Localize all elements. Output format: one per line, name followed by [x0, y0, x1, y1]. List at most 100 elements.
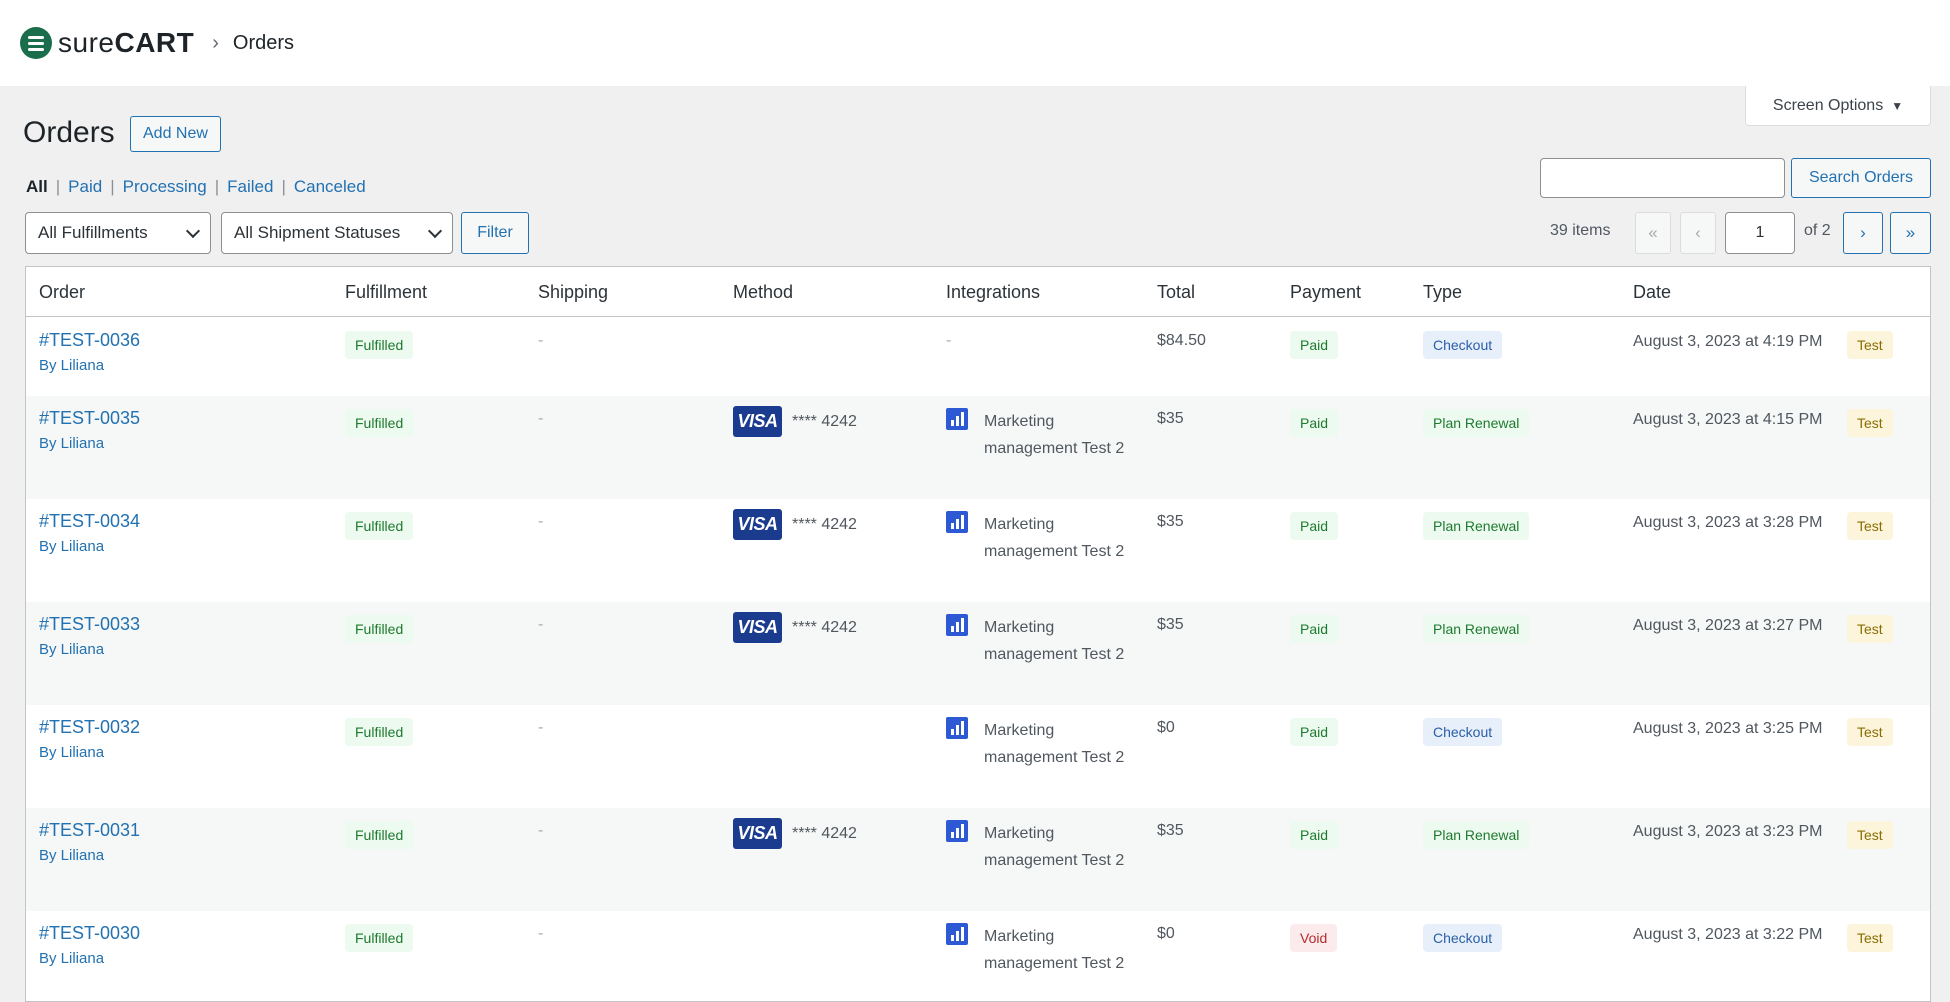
last-page-button[interactable]: »	[1890, 212, 1931, 254]
view-link-processing[interactable]: Processing	[123, 177, 207, 197]
order-total: $0	[1157, 719, 1175, 736]
order-number-link[interactable]: #TEST-0032	[39, 717, 140, 738]
table-row: #TEST-0033 By Liliana Fulfilled - VISA **** 4…	[26, 602, 1930, 705]
order-number-link[interactable]: #TEST-0030	[39, 923, 140, 944]
shipment-filter-select[interactable]: All Shipment Statuses	[221, 212, 453, 254]
test-mode-badge: Test	[1847, 409, 1893, 437]
column-header-total[interactable]: Total	[1157, 282, 1195, 303]
order-customer-link[interactable]: By Liliana	[39, 744, 140, 761]
bar-chart-icon	[946, 717, 968, 739]
search-orders-button[interactable]: Search Orders	[1791, 158, 1931, 198]
table-row: #TEST-0032 By Liliana Fulfilled - Marketing …	[26, 705, 1930, 808]
integration-link[interactable]: Marketing management Test 2	[984, 408, 1134, 462]
prev-page-button[interactable]: ‹	[1680, 212, 1716, 254]
bar-chart-icon	[946, 820, 968, 842]
column-header-payment[interactable]: Payment	[1290, 282, 1361, 303]
column-header-shipping[interactable]: Shipping	[538, 282, 608, 303]
integration-cell: Marketing management Test 2	[946, 614, 1146, 699]
shipping-value: -	[538, 925, 544, 942]
payment-status-badge: Paid	[1290, 409, 1339, 437]
breadcrumb-separator: ›	[212, 31, 219, 54]
order-cell: #TEST-0035 By Liliana	[39, 408, 140, 452]
column-header-fulfillment[interactable]: Fulfillment	[345, 282, 427, 303]
integration-link[interactable]: Marketing management Test 2	[984, 614, 1134, 668]
page-title: Orders	[23, 116, 115, 149]
order-customer-link[interactable]: By Liliana	[39, 641, 140, 658]
order-number-link[interactable]: #TEST-0034	[39, 511, 140, 532]
column-header-date[interactable]: Date	[1633, 282, 1671, 303]
payment-status-badge: Paid	[1290, 331, 1339, 359]
order-total: $84.50	[1157, 332, 1206, 349]
order-total: $35	[1157, 616, 1184, 633]
search-input[interactable]	[1540, 158, 1785, 198]
shipping-value: -	[538, 513, 544, 530]
column-header-integrations[interactable]: Integrations	[946, 282, 1040, 303]
filter-button[interactable]: Filter	[461, 212, 529, 254]
shipping-value: -	[538, 719, 544, 736]
bar-chart-icon	[946, 923, 968, 945]
surecart-logo-icon[interactable]	[20, 27, 52, 59]
bar-chart-icon	[946, 511, 968, 533]
view-link-failed[interactable]: Failed	[227, 177, 273, 197]
order-total: $0	[1157, 925, 1175, 942]
order-number-link[interactable]: #TEST-0033	[39, 614, 140, 635]
table-row: #TEST-0034 By Liliana Fulfilled - VISA **** 4…	[26, 499, 1930, 602]
caret-down-icon: ▼	[1891, 98, 1904, 113]
payment-status-badge: Void	[1290, 924, 1338, 952]
payment-method: VISA **** 4242	[733, 818, 857, 849]
integration-link[interactable]: Marketing management Test 2	[984, 820, 1134, 874]
order-date: August 3, 2023 at 4:19 PM	[1633, 333, 1823, 350]
status-views: All | Paid | Processing | Failed | Canceled	[26, 177, 366, 197]
order-total: $35	[1157, 513, 1184, 530]
total-pages: of 2	[1804, 222, 1831, 239]
bar-chart-icon	[946, 408, 968, 430]
chevron-down-icon	[427, 223, 443, 238]
test-mode-badge: Test	[1847, 924, 1893, 952]
column-header-order[interactable]: Order	[39, 282, 85, 303]
integration-link[interactable]: Marketing management Test 2	[984, 717, 1134, 771]
payment-method: VISA **** 4242	[733, 406, 857, 437]
fulfillment-filter-select[interactable]: All Fulfillments	[25, 212, 211, 254]
visa-card-icon: VISA	[733, 406, 782, 437]
order-number-link[interactable]: #TEST-0036	[39, 330, 140, 351]
order-cell: #TEST-0030 By Liliana	[39, 923, 140, 967]
visa-card-icon: VISA	[733, 509, 782, 540]
order-cell: #TEST-0036 By Liliana	[39, 330, 140, 374]
add-new-button[interactable]: Add New	[130, 116, 221, 152]
order-total: $35	[1157, 410, 1184, 427]
view-link-canceled[interactable]: Canceled	[294, 177, 366, 197]
order-customer-link[interactable]: By Liliana	[39, 847, 140, 864]
view-link-all[interactable]: All	[26, 177, 48, 197]
screen-options-button[interactable]: Screen Options ▼	[1745, 86, 1931, 126]
view-link-paid[interactable]: Paid	[68, 177, 102, 197]
first-page-button[interactable]: «	[1635, 212, 1671, 254]
orders-table: Order Fulfillment Shipping Method Integratio…	[25, 266, 1931, 1002]
table-header: Order Fulfillment Shipping Method Integratio…	[26, 267, 1930, 317]
order-number-link[interactable]: #TEST-0031	[39, 820, 140, 841]
column-header-type[interactable]: Type	[1423, 282, 1462, 303]
order-cell: #TEST-0031 By Liliana	[39, 820, 140, 864]
payment-method: VISA **** 4242	[733, 612, 857, 643]
integration-link[interactable]: Marketing management Test 2	[984, 511, 1134, 565]
order-customer-link[interactable]: By Liliana	[39, 538, 140, 555]
top-bar: sureCART › Orders	[0, 0, 1950, 86]
order-customer-link[interactable]: By Liliana	[39, 435, 140, 452]
order-number-link[interactable]: #TEST-0035	[39, 408, 140, 429]
order-date: August 3, 2023 at 4:15 PM	[1633, 411, 1823, 428]
order-cell: #TEST-0034 By Liliana	[39, 511, 140, 555]
breadcrumb-current: Orders	[232, 31, 295, 54]
integration-link[interactable]: Marketing management Test 2	[984, 923, 1134, 977]
order-date: August 3, 2023 at 3:25 PM	[1633, 720, 1823, 737]
next-page-button[interactable]: ›	[1843, 212, 1883, 254]
chevron-down-icon	[185, 223, 201, 238]
order-customer-link[interactable]: By Liliana	[39, 357, 140, 374]
shipping-value: -	[538, 410, 544, 427]
brand-name[interactable]: sureCART	[58, 27, 194, 59]
card-last4: **** 4242	[792, 618, 857, 636]
test-mode-badge: Test	[1847, 331, 1893, 359]
column-header-method[interactable]: Method	[733, 282, 793, 303]
order-type-badge: Checkout	[1423, 924, 1503, 952]
order-type-badge: Checkout	[1423, 718, 1503, 746]
current-page-input[interactable]: 1	[1725, 212, 1795, 254]
order-customer-link[interactable]: By Liliana	[39, 950, 140, 967]
